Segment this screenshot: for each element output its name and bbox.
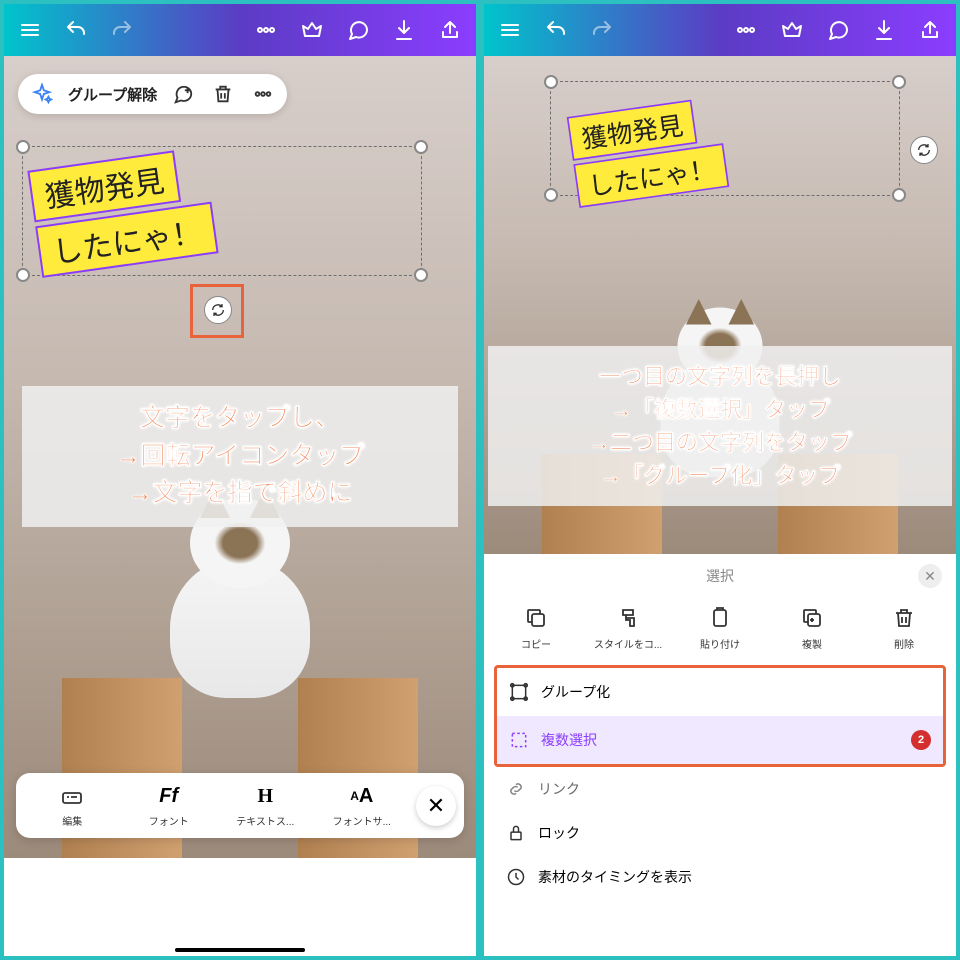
paste-button[interactable]: 貼り付け xyxy=(674,606,766,651)
comment-icon[interactable] xyxy=(336,8,380,52)
more-icon[interactable] xyxy=(244,8,288,52)
close-toolbar-button[interactable]: ✕ xyxy=(416,786,456,826)
font-button[interactable]: Ff フォント xyxy=(121,783,218,828)
instruction-line: 文字をタップし、 xyxy=(30,400,450,438)
trash-icon[interactable] xyxy=(209,80,237,108)
left-screenshot: グループ解除 獲物発見 したにゃ！ 文字をタップし、 →回転アイコンタップ →文… xyxy=(0,0,480,960)
instruction-line: →文字を指で斜めに xyxy=(30,475,450,513)
annotation-highlight: グループ化 複数選択 2 xyxy=(494,665,946,767)
text-style-button[interactable]: H テキストス... xyxy=(217,783,314,828)
duplicate-button[interactable]: 複製 xyxy=(766,606,858,651)
multiselect-icon xyxy=(509,730,529,750)
instruction-line: →回転アイコンタップ xyxy=(30,438,450,476)
delete-button[interactable]: 削除 xyxy=(858,606,950,651)
canvas[interactable]: 獲物発見 したにゃ！ 一つ目の文字列を長押し →「複数選択」タップ →二つ目の文… xyxy=(484,56,956,554)
add-comment-icon[interactable] xyxy=(169,80,197,108)
undo-icon[interactable] xyxy=(534,8,578,52)
download-icon[interactable] xyxy=(862,8,906,52)
home-indicator[interactable] xyxy=(175,948,305,952)
undo-icon[interactable] xyxy=(54,8,98,52)
resize-handle-br[interactable] xyxy=(414,268,428,282)
more-icon[interactable] xyxy=(249,80,277,108)
sheet-title: 選択 xyxy=(706,566,734,586)
sparkle-icon[interactable] xyxy=(28,80,56,108)
action-row: コピー スタイルをコ... 貼り付け 複製 削除 xyxy=(484,598,956,665)
rotate-handle[interactable] xyxy=(910,136,938,164)
crown-icon[interactable] xyxy=(770,8,814,52)
instruction-line: 一つ目の文字列を長押し xyxy=(496,360,944,393)
style-copy-button[interactable]: スタイルをコ... xyxy=(582,606,674,651)
right-screenshot: 獲物発見 したにゃ！ 一つ目の文字列を長押し →「複数選択」タップ →二つ目の文… xyxy=(480,0,960,960)
resize-handle-tl[interactable] xyxy=(16,140,30,154)
ungroup-button[interactable]: グループ解除 xyxy=(68,84,157,105)
app-topbar xyxy=(4,4,476,56)
multiselect-button[interactable]: 複数選択 2 xyxy=(497,716,943,764)
link-icon xyxy=(506,779,526,799)
menu-icon[interactable] xyxy=(488,8,532,52)
selection-sheet: 選択 ✕ コピー スタイルをコ... 貼り付け 複製 削除 グループ化 複数選択… xyxy=(484,554,956,956)
copy-button[interactable]: コピー xyxy=(490,606,582,651)
comment-icon[interactable] xyxy=(816,8,860,52)
close-sheet-button[interactable]: ✕ xyxy=(918,564,942,588)
share-icon[interactable] xyxy=(908,8,952,52)
resize-handle-tl[interactable] xyxy=(544,75,558,89)
group-icon xyxy=(509,682,529,702)
group-button[interactable]: グループ化 xyxy=(497,668,943,716)
resize-handle-br[interactable] xyxy=(892,188,906,202)
app-topbar xyxy=(484,4,956,56)
instruction-line: →二つ目の文字列をタップ xyxy=(496,426,944,459)
edit-button[interactable]: 編集 xyxy=(24,783,121,828)
instruction-line: →「グループ化」タップ xyxy=(496,459,944,492)
resize-handle-bl[interactable] xyxy=(544,188,558,202)
crown-icon[interactable] xyxy=(290,8,334,52)
context-toolbar: グループ解除 xyxy=(18,74,287,114)
share-icon[interactable] xyxy=(428,8,472,52)
lock-icon xyxy=(506,823,526,843)
redo-icon[interactable] xyxy=(580,8,624,52)
lock-button[interactable]: ロック xyxy=(506,811,934,855)
resize-handle-bl[interactable] xyxy=(16,268,30,282)
more-icon[interactable] xyxy=(724,8,768,52)
download-icon[interactable] xyxy=(382,8,426,52)
text-edit-toolbar: 編集 Ff フォント H テキストス... AA フォントサ... ✕ xyxy=(16,773,464,838)
resize-handle-tr[interactable] xyxy=(892,75,906,89)
canvas[interactable]: グループ解除 獲物発見 したにゃ！ 文字をタップし、 →回転アイコンタップ →文… xyxy=(4,56,476,858)
instruction-overlay: 文字をタップし、 →回転アイコンタップ →文字を指で斜めに xyxy=(22,386,458,527)
resize-handle-tr[interactable] xyxy=(414,140,428,154)
link-button[interactable]: リンク xyxy=(506,767,934,811)
redo-icon[interactable] xyxy=(100,8,144,52)
rotate-handle[interactable] xyxy=(204,296,232,324)
clock-icon xyxy=(506,867,526,887)
instruction-overlay: 一つ目の文字列を長押し →「複数選択」タップ →二つ目の文字列をタップ →「グル… xyxy=(488,346,952,506)
font-size-button[interactable]: AA フォントサ... xyxy=(314,783,411,828)
instruction-line: →「複数選択」タップ xyxy=(496,393,944,426)
menu-icon[interactable] xyxy=(8,8,52,52)
timing-button[interactable]: 素材のタイミングを表示 xyxy=(506,855,934,899)
count-badge: 2 xyxy=(911,730,931,750)
